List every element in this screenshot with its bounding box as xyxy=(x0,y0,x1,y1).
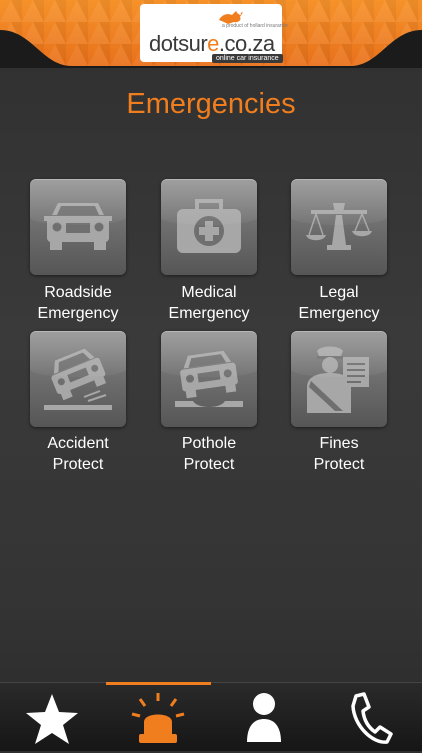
alarm-light-icon xyxy=(131,693,185,743)
fines-protect-label: Fines Protect xyxy=(313,435,365,473)
logo-subtext: a product of hollard insurance xyxy=(222,23,288,29)
logo-tagline: online car insurance xyxy=(212,54,283,63)
legal-emergency-label: Legal Emergency xyxy=(298,284,380,322)
roadside-emergency-label: Roadside Emergency xyxy=(37,284,119,322)
scales-icon xyxy=(306,203,372,250)
active-tab-indicator xyxy=(106,682,211,685)
medical-emergency-button[interactable] xyxy=(161,179,257,275)
roadside-emergency-button[interactable] xyxy=(30,179,126,275)
tab-call[interactable] xyxy=(340,690,400,748)
app-header: a product of hollard insurance dotsure.c… xyxy=(0,0,422,68)
accident-protect-label: Accident Protect xyxy=(47,435,109,473)
first-aid-kit-icon xyxy=(177,199,241,253)
traffic-officer-icon xyxy=(307,346,369,413)
star-icon xyxy=(26,694,78,744)
tab-profile[interactable] xyxy=(234,690,294,748)
phone-icon xyxy=(351,692,393,744)
fines-protect-button[interactable] xyxy=(291,331,387,427)
tab-emergencies[interactable] xyxy=(128,690,188,748)
medical-emergency-label: Medical Emergency xyxy=(168,284,250,322)
car-icon xyxy=(44,203,112,250)
legal-emergency-button[interactable] xyxy=(291,179,387,275)
accident-protect-button[interactable] xyxy=(30,331,126,427)
car-pothole-icon xyxy=(175,350,243,407)
person-icon xyxy=(247,693,281,742)
car-crash-icon xyxy=(44,348,112,410)
page-title: Emergencies xyxy=(126,88,296,120)
pothole-protect-label: Pothole Protect xyxy=(181,435,237,473)
tab-favourites[interactable] xyxy=(22,690,82,748)
pothole-protect-button[interactable] xyxy=(161,331,257,427)
